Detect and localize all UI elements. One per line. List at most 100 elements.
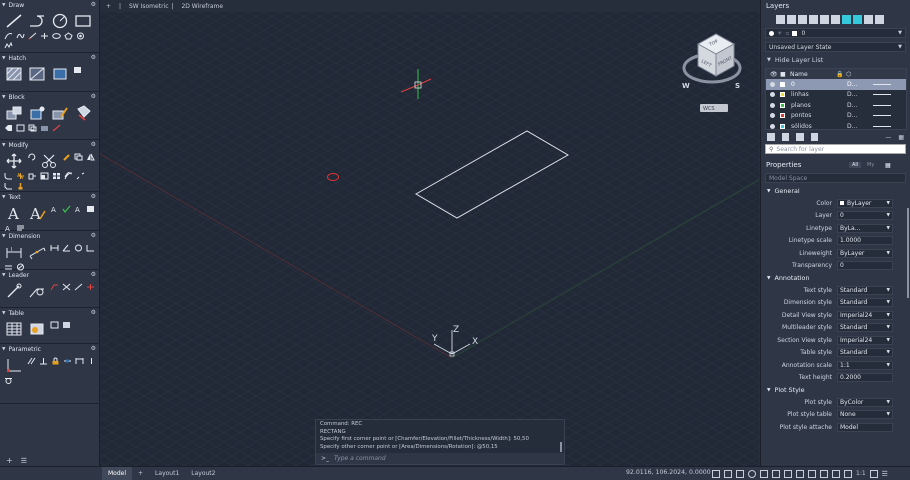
viewcube[interactable]: TOP LEFT FRONT W S WCS xyxy=(678,22,750,114)
layer-state-dropdown[interactable]: Unsaved Layer State ▼ xyxy=(765,42,906,52)
geometric-constraint-tool[interactable] xyxy=(3,356,24,374)
text-tool-5[interactable]: A xyxy=(73,204,83,213)
group-plot-style[interactable]: ▼ Plot Style xyxy=(761,384,910,396)
gear-icon[interactable]: ⚙ xyxy=(91,271,96,278)
layer-visibility-icon[interactable] xyxy=(770,102,775,108)
layer-filter-icon[interactable] xyxy=(767,133,775,141)
arc-tool[interactable] xyxy=(3,31,13,40)
lock-column-icon[interactable]: 🔒 xyxy=(836,71,846,78)
property-value[interactable]: ByColor ▼ xyxy=(837,397,893,407)
polar-icon[interactable] xyxy=(748,470,756,478)
section-header-table[interactable]: ▼ Table ⚙ xyxy=(0,308,99,319)
leader-add-tool[interactable] xyxy=(26,282,47,300)
group-general[interactable]: ▼ General xyxy=(761,185,910,197)
property-value[interactable]: 0 ▼ xyxy=(837,211,893,221)
insert-block-tool[interactable] xyxy=(3,104,24,122)
line-tool[interactable] xyxy=(3,12,24,30)
leader-tool-5[interactable] xyxy=(73,282,83,291)
drawn-rectangle[interactable] xyxy=(412,127,572,222)
layer-linetype[interactable]: D... xyxy=(847,123,865,130)
single-line-text-tool[interactable]: A xyxy=(26,204,47,222)
point-tool[interactable] xyxy=(75,31,85,40)
panel-menu-icon[interactable]: ▦ xyxy=(898,134,904,141)
block-tool-5[interactable] xyxy=(3,123,13,132)
command-input[interactable]: Type a command xyxy=(334,455,386,462)
annotation-visibility-icon[interactable] xyxy=(820,470,828,478)
ray-tool[interactable] xyxy=(27,31,37,40)
table-tool-4[interactable] xyxy=(61,320,71,329)
fillet-tool[interactable] xyxy=(3,171,13,180)
layer-folder2-icon[interactable] xyxy=(810,133,819,141)
section-header-parametric[interactable]: ▼ Parametric ⚙ xyxy=(0,344,99,355)
ellipse-tool[interactable] xyxy=(51,31,61,40)
layer-linetype[interactable]: D... xyxy=(847,91,865,98)
param-tool-2[interactable] xyxy=(26,356,36,365)
current-layer-dropdown[interactable]: ☀ ▫ 0 ▼ xyxy=(765,28,906,38)
property-value[interactable]: 0 xyxy=(837,261,893,271)
spline-tool[interactable] xyxy=(15,31,25,40)
xline-tool[interactable] xyxy=(39,31,49,40)
property-value[interactable]: ByLa... ▼ xyxy=(837,223,893,233)
section-header-draw[interactable]: ▼ Draw ⚙ xyxy=(0,0,99,11)
leader-tool-6[interactable] xyxy=(85,282,95,291)
leader-tool-4[interactable] xyxy=(61,282,71,291)
menu-icon[interactable]: ☰ xyxy=(882,470,888,478)
region-tool[interactable] xyxy=(72,65,82,74)
annotation-icon[interactable] xyxy=(808,470,816,478)
property-value[interactable]: Standard ▼ xyxy=(837,348,893,358)
property-value[interactable]: Standard ▼ xyxy=(837,323,893,333)
gear-icon[interactable]: ⚙ xyxy=(91,232,96,239)
boundary-tool[interactable] xyxy=(49,65,70,83)
filter-my-tab[interactable]: My xyxy=(867,162,874,168)
copy-tool[interactable] xyxy=(73,152,83,161)
property-value[interactable]: ByLayer ▼ xyxy=(837,198,893,208)
layer-match-icon[interactable] xyxy=(820,14,829,24)
array-tool[interactable] xyxy=(51,171,61,180)
edit-block-tool[interactable] xyxy=(49,104,70,122)
block-tool-9[interactable] xyxy=(51,123,61,132)
layer-previous-icon[interactable] xyxy=(831,14,840,24)
layer-row[interactable]: linhas D... xyxy=(766,90,906,101)
tab-model[interactable]: Model xyxy=(102,467,133,480)
layer-lock-icon[interactable] xyxy=(875,14,884,24)
view-preset[interactable]: | SW Isometric xyxy=(119,3,168,10)
compass-w[interactable]: W xyxy=(682,82,690,90)
scale-tool[interactable] xyxy=(39,171,49,180)
layer-isolate-icon[interactable] xyxy=(842,14,851,24)
plot-column-icon[interactable]: ⬡ xyxy=(846,71,858,78)
selection-dropdown[interactable]: Model Space xyxy=(765,173,906,183)
hide-layer-list-toggle[interactable]: ▼ Hide Layer List xyxy=(761,54,910,66)
gear-icon[interactable]: ⚙ xyxy=(91,193,96,200)
polygon-tool[interactable] xyxy=(63,31,73,40)
table-tool[interactable] xyxy=(3,320,24,338)
param-tool-3[interactable] xyxy=(38,356,48,365)
layer-visibility-icon[interactable] xyxy=(770,123,775,129)
hatch-tool[interactable] xyxy=(3,65,24,83)
create-block-tool[interactable] xyxy=(26,104,47,122)
layer-linetype[interactable]: D... xyxy=(847,112,865,119)
section-header-dimension[interactable]: ▼ Dimension ⚙ xyxy=(0,231,99,242)
filter-all-tab[interactable]: All xyxy=(849,162,862,168)
gizmo-icon[interactable] xyxy=(796,470,804,478)
drawing-viewport[interactable]: Z Y X TOP LEFT FRONT W S WCS xyxy=(100,12,759,466)
layer-color-swatch[interactable] xyxy=(780,123,785,129)
multileader-tool[interactable] xyxy=(3,282,24,300)
property-value[interactable]: None ▼ xyxy=(837,410,893,420)
section-header-leader[interactable]: ▼ Leader ⚙ xyxy=(0,270,99,281)
layer-visibility-icon[interactable] xyxy=(770,81,775,87)
property-value[interactable]: Standard ▼ xyxy=(837,298,893,308)
layer-search-input[interactable]: ⚲ Search for layer xyxy=(765,144,906,154)
aligned-dimension-tool[interactable] xyxy=(26,243,47,261)
command-prompt-icon[interactable]: >_ xyxy=(316,455,334,462)
list-icon[interactable]: ☰ xyxy=(21,457,27,465)
gear-icon[interactable]: ⚙ xyxy=(91,309,96,316)
section-header-hatch[interactable]: ▼ Hatch ⚙ xyxy=(0,53,99,64)
property-value[interactable]: 1.0000 xyxy=(837,236,893,246)
group-annotation[interactable]: ▼ Annotation xyxy=(761,272,910,284)
linear-dimension-tool[interactable]: I xyxy=(3,243,24,261)
property-value[interactable]: 0.2000 xyxy=(837,373,893,383)
set-current-icon[interactable] xyxy=(809,14,818,24)
layer-color-swatch[interactable] xyxy=(780,92,785,98)
stretch-tool[interactable] xyxy=(27,171,37,180)
param-tool-5[interactable] xyxy=(62,356,72,365)
